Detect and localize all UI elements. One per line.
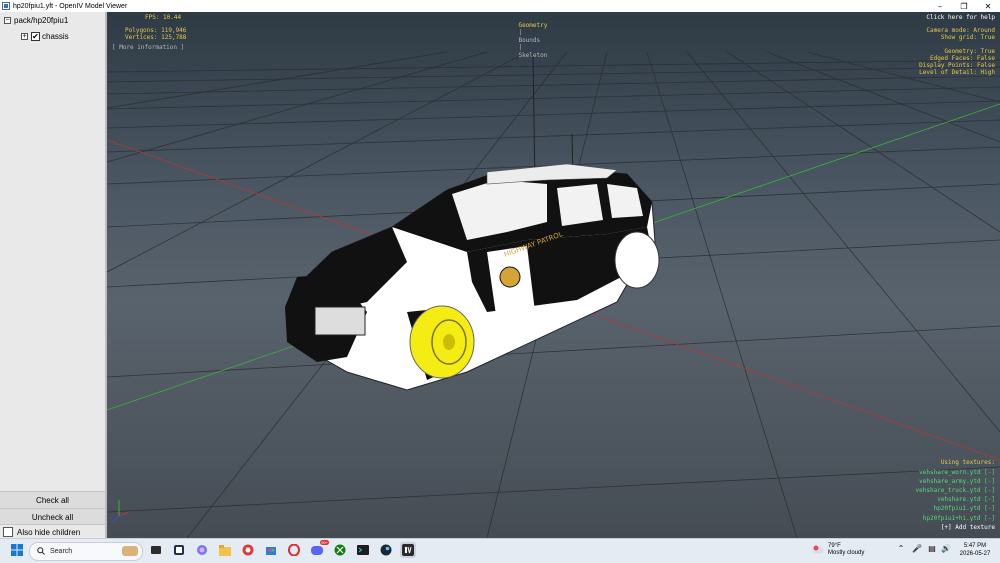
chassis-checkbox[interactable]: ✔ (31, 32, 40, 41)
mode-bounds[interactable]: Bounds (518, 37, 540, 44)
texture-item[interactable]: vehshare_worn.ytd [-] (919, 469, 995, 477)
close-button[interactable]: ✕ (976, 0, 1000, 12)
task-view-icon[interactable] (148, 542, 164, 558)
uncheck-all-button[interactable]: Uncheck all (0, 508, 105, 525)
chevron-up-icon[interactable]: ⌃ (893, 544, 909, 553)
taskbar: Search 99+ 79°F Mostly cloudy ⌃ 🎤 ▤ 🔊 5:… (0, 538, 1000, 563)
weather-description: Mostly cloudy (828, 550, 865, 556)
minimize-button[interactable]: – (928, 0, 952, 12)
3d-viewport[interactable]: HIGHWAY PATROL FPS: 10.44 Polygons: 119,… (107, 12, 1000, 538)
show-grid-toggle[interactable]: Show grid: True (941, 34, 995, 42)
mode-separator: | (518, 44, 523, 51)
help-link[interactable]: Click here for help (926, 14, 995, 22)
windows-start-icon[interactable] (9, 542, 25, 558)
texture-item[interactable]: vehshare_army.ytd [-] (919, 478, 995, 486)
tree-item-label: chassis (42, 32, 69, 41)
cloud-icon (812, 544, 824, 556)
mode-skeleton[interactable]: Skeleton (518, 52, 547, 59)
texture-item[interactable]: hp20fpiu1+hi.ytd [-] (923, 515, 995, 523)
microsoft-store-icon[interactable] (263, 542, 279, 558)
opera-icon[interactable] (286, 542, 302, 558)
maximize-button[interactable]: ❐ (952, 0, 976, 12)
volume-icon[interactable]: 🔊 (939, 544, 953, 553)
clock-time: 5:47 PM (963, 543, 987, 549)
tree-item-chassis[interactable]: + ✔ chassis (21, 32, 69, 41)
hide-children-label: Also hide children (17, 527, 81, 537)
weather-text: 79°F Mostly cloudy (828, 543, 864, 557)
textures-heading: Using textures: (940, 459, 995, 466)
window-title: hp20fpiu1.yft - OpenIV Model Viewer (13, 2, 128, 10)
xbox-icon[interactable] (332, 542, 348, 558)
search-label: Search (50, 548, 73, 555)
view-mode-switcher: Geometry | Bounds | Skeleton (504, 14, 547, 67)
weather-temperature: 79°F (828, 543, 841, 549)
openiv-taskbar-icon[interactable] (400, 542, 416, 558)
search-highlight-icon (122, 546, 138, 556)
openiv-app-icon (2, 2, 10, 10)
texture-item[interactable]: vehshare.ytd [-] (937, 496, 995, 504)
model-tree-sidebar: − pack/hp20fpiu1 + ✔ chassis Check all U… (0, 12, 107, 538)
viewport-scene: HIGHWAY PATROL (107, 51, 1000, 538)
app-red-icon[interactable] (240, 542, 256, 558)
mode-geometry[interactable]: Geometry (518, 22, 547, 29)
setting-level-of-detail[interactable]: Level of Detail: High (919, 69, 995, 77)
steam-icon[interactable] (378, 542, 394, 558)
front-wheel (409, 305, 475, 379)
hide-children-checkbox[interactable] (3, 527, 13, 537)
widgets-icon[interactable] (171, 542, 187, 558)
file-explorer-icon[interactable] (217, 542, 233, 558)
system-clock[interactable]: 5:47 PM 2026-05-27 (953, 542, 997, 558)
search-icon (37, 546, 45, 557)
weather-widget[interactable]: 79°F Mostly cloudy (812, 543, 864, 557)
hide-children-option[interactable]: Also hide children (0, 524, 105, 539)
copilot-icon[interactable] (194, 542, 210, 558)
check-all-button[interactable]: Check all (0, 491, 105, 508)
taskbar-search[interactable]: Search (29, 542, 143, 561)
collapse-icon[interactable]: − (4, 17, 11, 24)
expand-icon[interactable]: + (21, 33, 28, 40)
vertices-readout: Vertices: 125,788 (125, 34, 187, 41)
network-icon[interactable]: ▤ (925, 544, 939, 553)
fps-readout: FPS: 10.44 (145, 14, 182, 21)
clock-date: 2026-05-27 (959, 551, 991, 557)
discord-icon[interactable]: 99+ (309, 540, 329, 558)
texture-item[interactable]: hp20fpiu1.ytd [-] (934, 505, 995, 513)
texture-item[interactable]: vehshare_truck.ytd [-] (916, 487, 995, 495)
mode-separator: | (518, 29, 523, 36)
terminal-icon[interactable] (355, 542, 371, 558)
tree-item-pack[interactable]: − pack/hp20fpiu1 (4, 16, 68, 25)
vehicle-model (285, 53, 660, 391)
microphone-icon[interactable]: 🎤 (909, 544, 925, 553)
more-information-link[interactable]: [ More information ] (112, 44, 184, 52)
system-tray: ⌃ 🎤 ▤ 🔊 (893, 544, 953, 553)
notification-badge: 99+ (320, 540, 329, 545)
add-texture-button[interactable]: [+] Add texture (941, 524, 995, 532)
window-controls: – ❐ ✕ (928, 0, 1000, 12)
tree-item-label: pack/hp20fpiu1 (14, 16, 69, 25)
